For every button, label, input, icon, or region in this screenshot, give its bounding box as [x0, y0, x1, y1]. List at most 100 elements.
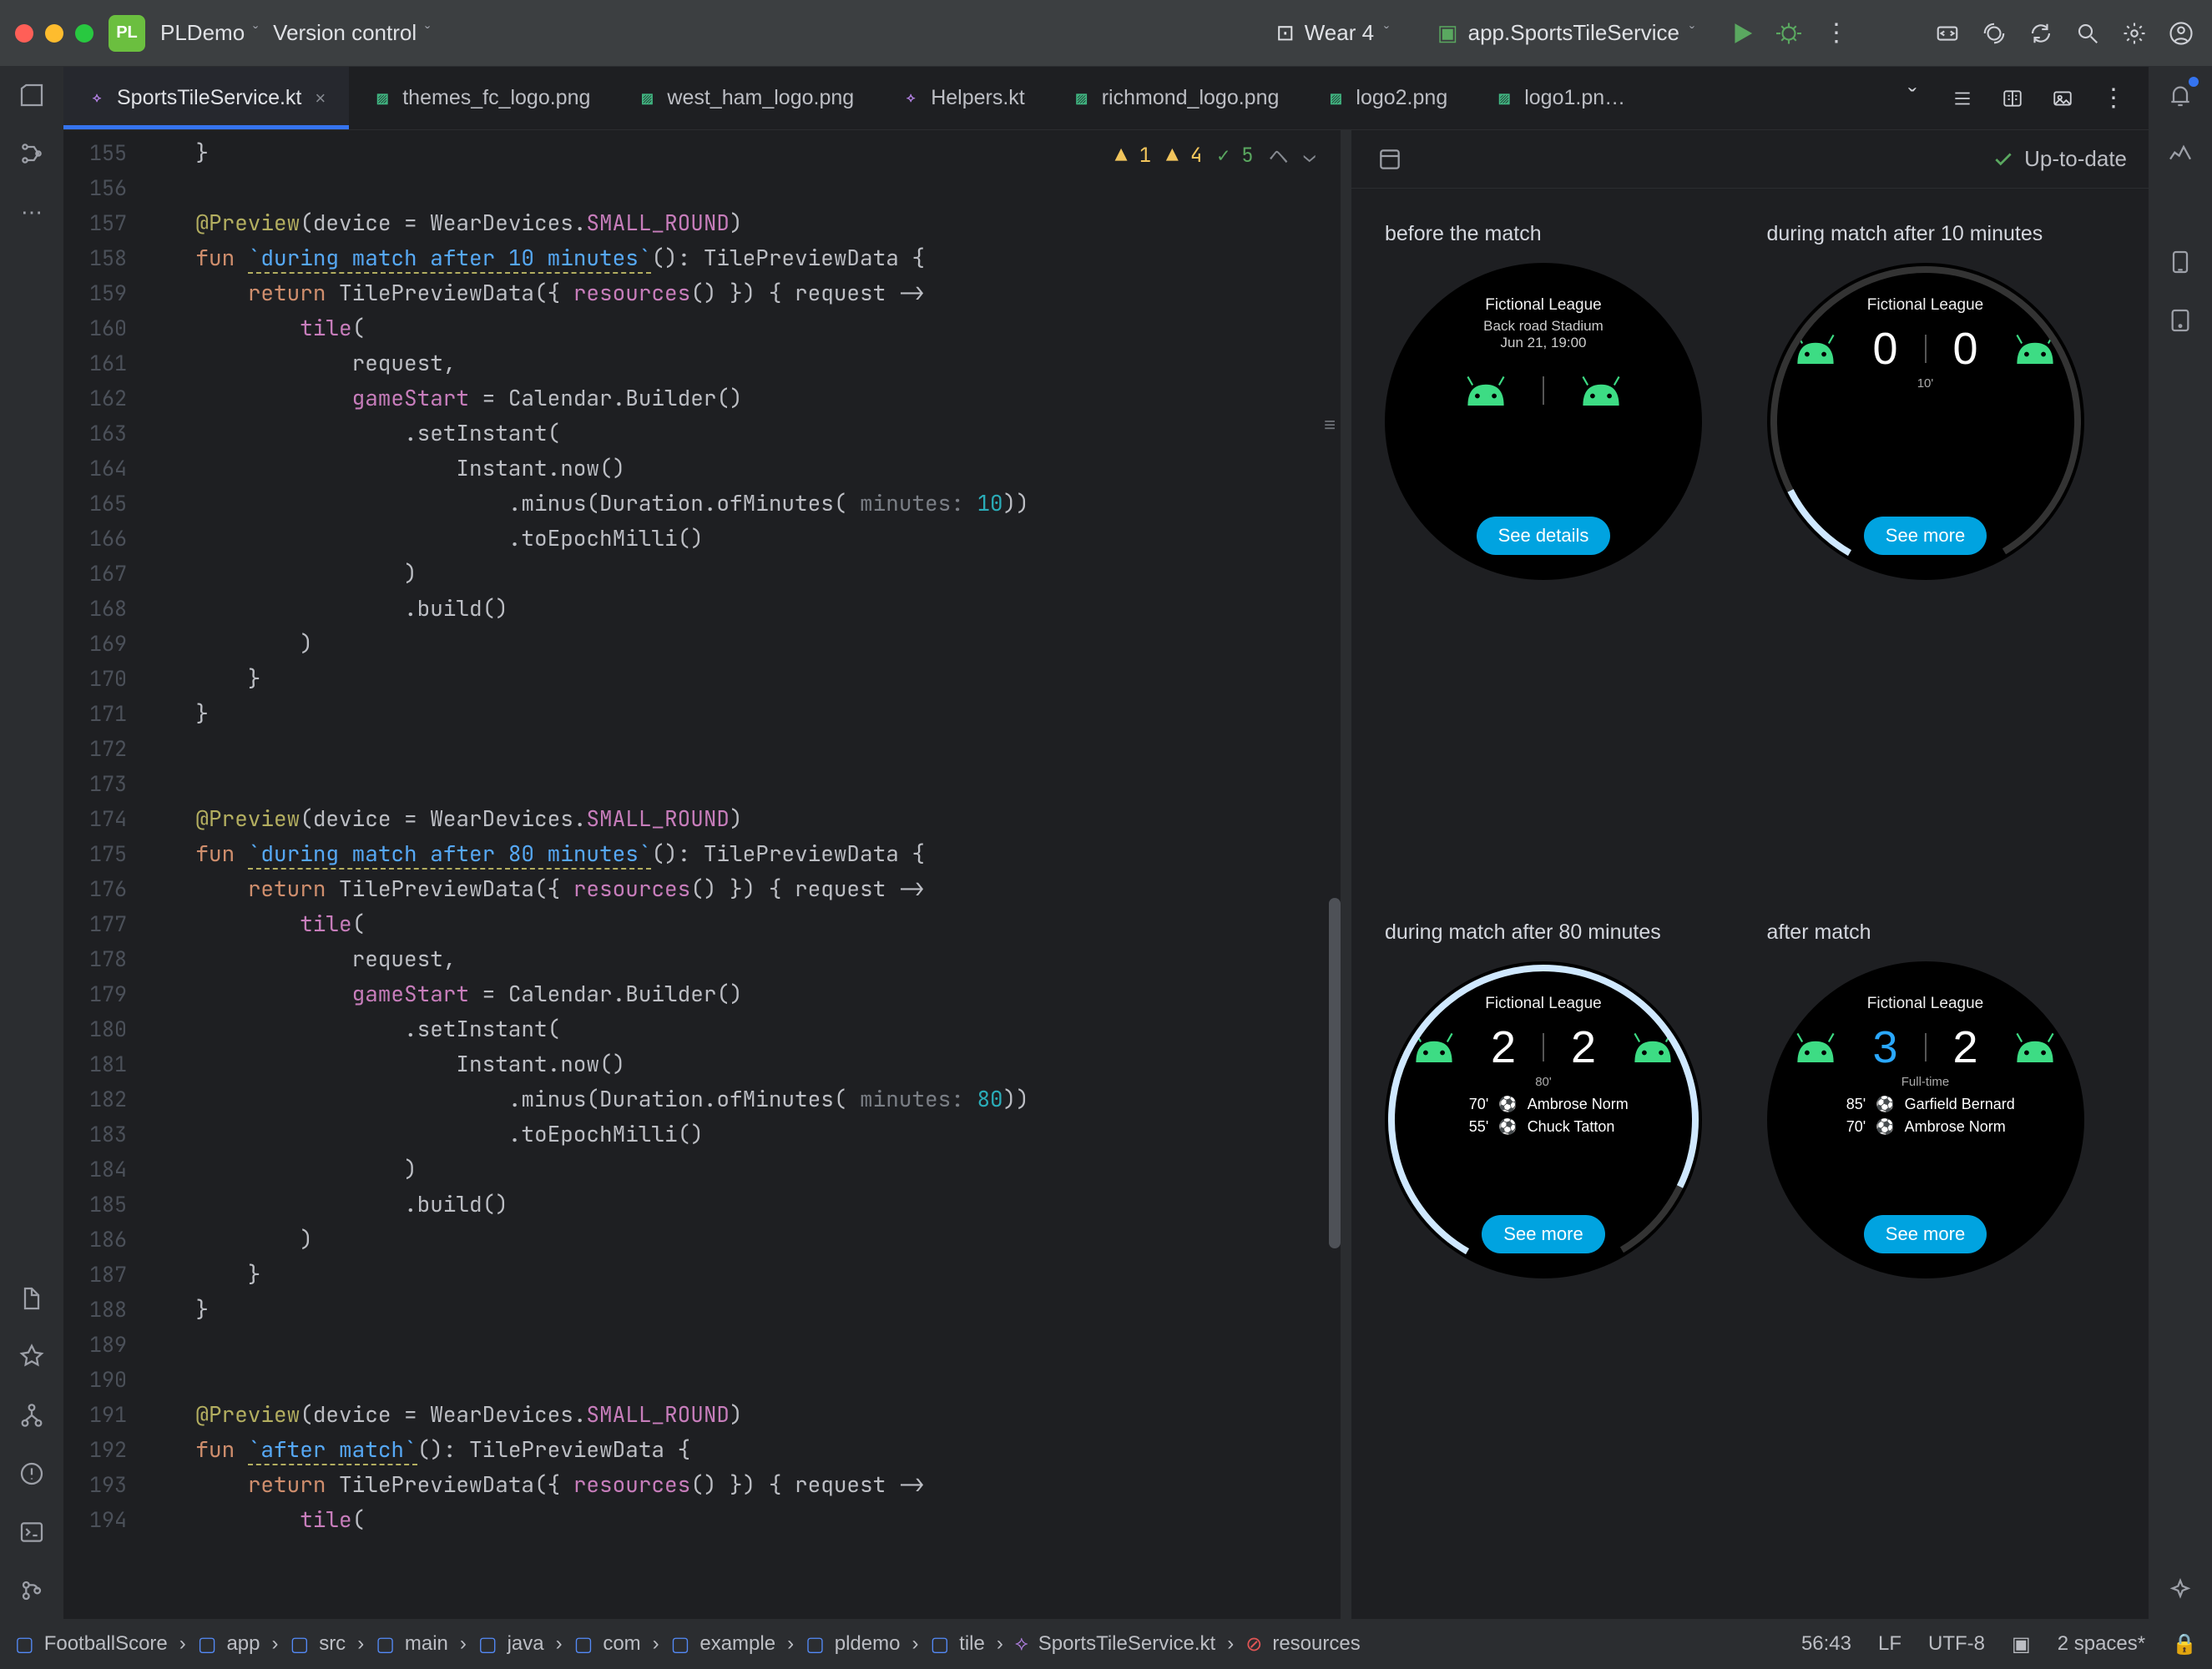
code-line[interactable]: 176 return TilePreviewData({ resources()…: [63, 871, 1341, 906]
editor-tab[interactable]: ▨themes_fc_logo.png: [349, 67, 614, 129]
code-line[interactable]: 192 fun `after match`(): TilePreviewData…: [63, 1432, 1341, 1467]
code-line[interactable]: 185 .build(): [63, 1187, 1341, 1222]
code-line[interactable]: 173: [63, 766, 1341, 801]
close-tab-icon[interactable]: ×: [315, 88, 326, 109]
line-number[interactable]: 182: [63, 1082, 144, 1117]
line-number[interactable]: 159: [63, 275, 144, 310]
structure-tool-icon[interactable]: [15, 137, 48, 170]
line-number[interactable]: 157: [63, 205, 144, 240]
problems-tool-icon[interactable]: [15, 1457, 48, 1490]
version-control-tool-icon[interactable]: [15, 1399, 48, 1432]
code-line[interactable]: 171 }: [63, 696, 1341, 731]
code-line[interactable]: 163 .setInstant(: [63, 416, 1341, 451]
code-line[interactable]: 157 @Preview(device = WearDevices.SMALL_…: [63, 205, 1341, 240]
line-number[interactable]: 179: [63, 976, 144, 1011]
line-separator[interactable]: LF: [1878, 1632, 1901, 1656]
code-line[interactable]: 179 gameStart = Calendar.Builder(): [63, 976, 1341, 1011]
code-line[interactable]: 183 .toEpochMilli(): [63, 1117, 1341, 1152]
debug-button[interactable]: [1773, 18, 1805, 49]
line-number[interactable]: 187: [63, 1257, 144, 1292]
code-line[interactable]: 161 request,: [63, 345, 1341, 381]
code-with-me-icon[interactable]: [1932, 18, 1963, 49]
indent-settings[interactable]: 2 spaces*: [2058, 1632, 2145, 1656]
tile-action-button[interactable]: See more: [1864, 1215, 1987, 1253]
code-line[interactable]: 169 ): [63, 626, 1341, 661]
build-tool-icon[interactable]: [15, 1282, 48, 1315]
emulator-tool-icon[interactable]: [2164, 304, 2197, 337]
project-selector[interactable]: PLDemoˇ: [160, 20, 258, 46]
editor-tab[interactable]: ▨logo2.png: [1302, 67, 1471, 129]
breadcrumb[interactable]: ▢ main: [376, 1632, 448, 1656]
scrollbar-thumb[interactable]: [1329, 898, 1341, 1248]
code-line[interactable]: 186 ): [63, 1222, 1341, 1257]
code-line[interactable]: 175 fun `during match after 80 minutes`(…: [63, 836, 1341, 871]
code-line[interactable]: 174 @Preview(device = WearDevices.SMALL_…: [63, 801, 1341, 836]
project-tool-icon[interactable]: [15, 78, 48, 112]
line-number[interactable]: 171: [63, 696, 144, 731]
ai-assistant-tool-icon[interactable]: [2164, 1574, 2197, 1607]
line-number[interactable]: 166: [63, 521, 144, 556]
readonly-toggle-icon[interactable]: 🔒: [2172, 1632, 2197, 1656]
device-selector[interactable]: ⊡Wear 4ˇ: [1260, 15, 1406, 51]
next-highlight-icon[interactable]: ⌄: [1304, 143, 1316, 169]
breadcrumb[interactable]: ⟡ SportsTileService.kt: [1015, 1632, 1215, 1656]
line-number[interactable]: 160: [63, 310, 144, 345]
breadcrumb[interactable]: ▢ src: [290, 1632, 346, 1656]
line-number[interactable]: 178: [63, 941, 144, 976]
preview-icon[interactable]: [2047, 83, 2078, 114]
breadcrumb[interactable]: ▢ java: [478, 1632, 544, 1656]
list-view-icon[interactable]: [1947, 83, 1978, 114]
editor-tab[interactable]: ▨west_ham_logo.png: [614, 67, 877, 129]
line-number[interactable]: 167: [63, 556, 144, 591]
search-icon[interactable]: [2072, 18, 2103, 49]
code-line[interactable]: 190: [63, 1362, 1341, 1397]
terminal-tool-icon[interactable]: [15, 1515, 48, 1549]
code-line[interactable]: 191 @Preview(device = WearDevices.SMALL_…: [63, 1397, 1341, 1432]
line-number[interactable]: 158: [63, 240, 144, 275]
preview-settings-icon[interactable]: [1373, 143, 1406, 176]
watch-face[interactable]: Fictional League0010'See more: [1767, 263, 2084, 580]
editor-tab[interactable]: ⟡SportsTileService.kt×: [63, 67, 349, 129]
line-number[interactable]: 163: [63, 416, 144, 451]
code-line[interactable]: 160 tile(: [63, 310, 1341, 345]
account-icon[interactable]: [2165, 18, 2197, 49]
line-number[interactable]: 192: [63, 1432, 144, 1467]
code-line[interactable]: 178 request,: [63, 941, 1341, 976]
line-number[interactable]: 177: [63, 906, 144, 941]
profiler-tool-icon[interactable]: [2164, 137, 2197, 170]
maximize-window-icon[interactable]: [75, 24, 93, 43]
settings-icon[interactable]: [2119, 18, 2150, 49]
code-line[interactable]: 193 return TilePreviewData({ resources()…: [63, 1467, 1341, 1502]
line-number[interactable]: 174: [63, 801, 144, 836]
code-line[interactable]: 164 Instant.now(): [63, 451, 1341, 486]
chevron-down-icon[interactable]: ˇ: [1896, 83, 1928, 114]
line-number[interactable]: 176: [63, 871, 144, 906]
prev-highlight-icon[interactable]: ヘ: [1269, 140, 1289, 170]
code-line[interactable]: 170 }: [63, 661, 1341, 696]
git-tool-icon[interactable]: [15, 1574, 48, 1607]
code-line[interactable]: 187 }: [63, 1257, 1341, 1292]
breadcrumb[interactable]: ▢ tile: [930, 1632, 984, 1656]
code-editor[interactable]: ▲ 1 ▲ 4 ✓ 5 ヘ ⌄ 155 }156157 @Preview(dev…: [63, 130, 1341, 1619]
breadcrumb[interactable]: ▢ pldemo: [806, 1632, 900, 1656]
code-line[interactable]: 182 .minus(Duration.ofMinutes( minutes: …: [63, 1082, 1341, 1117]
bookmarks-tool-icon[interactable]: [15, 1340, 48, 1374]
editor-tab[interactable]: ▨logo1.pn…: [1471, 67, 1649, 129]
tile-action-button[interactable]: See details: [1477, 517, 1611, 555]
device-manager-tool-icon[interactable]: [2164, 245, 2197, 279]
line-number[interactable]: 190: [63, 1362, 144, 1397]
code-line[interactable]: 162 gameStart = Calendar.Builder(): [63, 381, 1341, 416]
code-line[interactable]: 194 tile(: [63, 1502, 1341, 1537]
run-config-selector[interactable]: ▣app.SportsTileServiceˇ: [1421, 15, 1711, 51]
sync-icon[interactable]: [2025, 18, 2057, 49]
code-line[interactable]: 167 ): [63, 556, 1341, 591]
line-number[interactable]: 191: [63, 1397, 144, 1432]
line-number[interactable]: 172: [63, 731, 144, 766]
reader-mode-icon[interactable]: [1997, 83, 2028, 114]
line-number[interactable]: 185: [63, 1187, 144, 1222]
error-count[interactable]: ▲ 1: [1115, 143, 1151, 169]
minimize-window-icon[interactable]: [45, 24, 63, 43]
line-number[interactable]: 164: [63, 451, 144, 486]
weak-warning-count[interactable]: ✓ 5: [1217, 143, 1253, 169]
breadcrumb[interactable]: ▢ FootballScore: [15, 1632, 168, 1656]
